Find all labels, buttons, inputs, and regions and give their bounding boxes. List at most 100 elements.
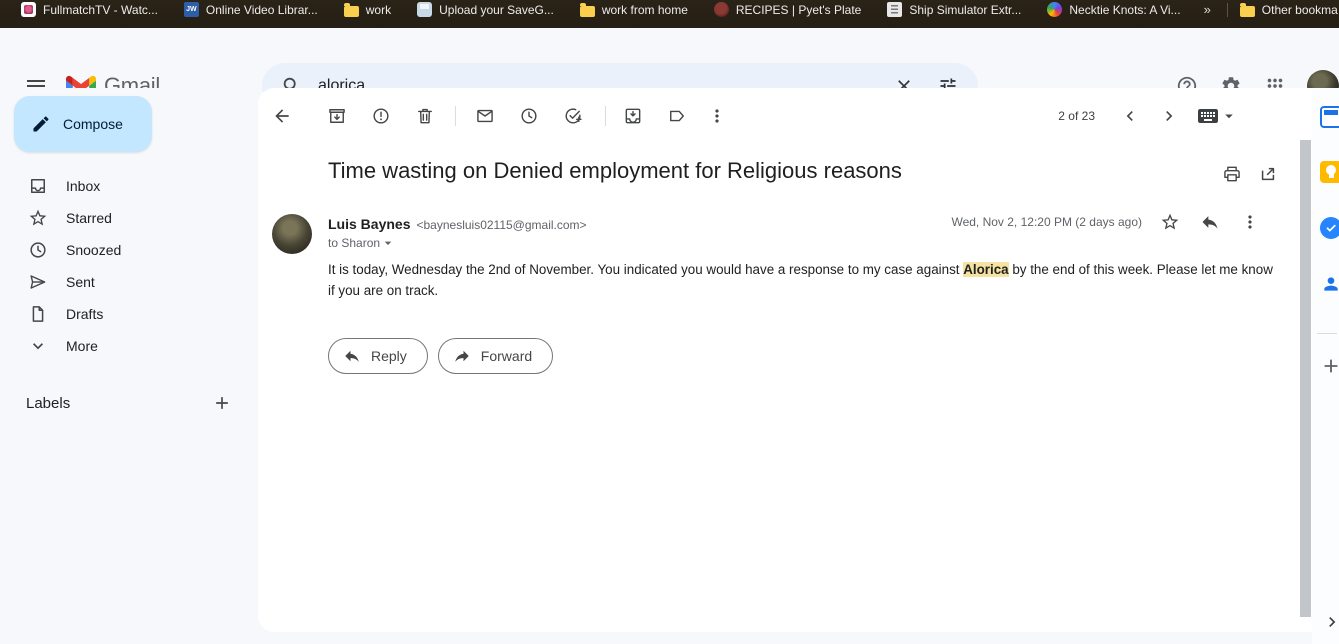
vertical-scrollbar[interactable] bbox=[1300, 140, 1311, 617]
clock-icon bbox=[28, 240, 48, 260]
clock-icon bbox=[519, 106, 539, 126]
sidebar-item-label: Snoozed bbox=[66, 242, 121, 258]
archive-button[interactable] bbox=[317, 96, 357, 136]
sidebar-item-label: Sent bbox=[66, 274, 95, 290]
save-favicon bbox=[417, 2, 432, 17]
email-meta-actions: Wed, Nov 2, 12:20 PM (2 days ago) bbox=[951, 206, 1270, 238]
reply-button[interactable]: Reply bbox=[328, 338, 428, 374]
open-in-new-icon bbox=[1258, 164, 1278, 184]
ship-favicon bbox=[887, 2, 902, 17]
plate-favicon bbox=[714, 2, 729, 17]
sidebar-item-sent[interactable]: Sent bbox=[0, 266, 258, 298]
bookmark-necktie-knots[interactable]: Necktie Knots: A Vi... bbox=[1034, 1, 1193, 18]
bookmark-recipes[interactable]: RECIPES | Pyet's Plate bbox=[701, 1, 874, 18]
trash-icon bbox=[415, 106, 435, 126]
bookmark-upload-savegame[interactable]: Upload your SaveG... bbox=[404, 1, 567, 18]
bookmarks-overflow-chevron[interactable]: » bbox=[1194, 2, 1221, 17]
get-add-ons-button[interactable] bbox=[1320, 355, 1339, 377]
back-arrow-icon bbox=[272, 106, 292, 126]
more-options-button[interactable] bbox=[697, 96, 737, 136]
mark-unread-button[interactable] bbox=[465, 96, 505, 136]
print-button[interactable] bbox=[1212, 154, 1252, 194]
bookmark-label: RECIPES | Pyet's Plate bbox=[736, 3, 861, 17]
reply-arrow-icon bbox=[1200, 212, 1220, 232]
delete-button[interactable] bbox=[405, 96, 445, 136]
newer-email-button[interactable] bbox=[1110, 96, 1150, 136]
more-vert-icon bbox=[707, 106, 727, 126]
other-bookmarks-button[interactable]: Other bookma bbox=[1234, 1, 1339, 18]
inbox-icon bbox=[28, 176, 48, 196]
email-timestamp: Wed, Nov 2, 12:20 PM (2 days ago) bbox=[951, 215, 1142, 229]
bookmark-label: FullmatchTV - Watc... bbox=[43, 3, 158, 17]
contacts-icon[interactable] bbox=[1320, 273, 1339, 295]
move-to-button[interactable] bbox=[613, 96, 653, 136]
sidebar-item-starred[interactable]: Starred bbox=[0, 202, 258, 234]
envelope-icon bbox=[475, 106, 495, 126]
chevron-right-icon bbox=[1159, 106, 1179, 126]
sidebar-item-drafts[interactable]: Drafts bbox=[0, 298, 258, 330]
labels-button[interactable] bbox=[657, 96, 697, 136]
forward-label: Forward bbox=[481, 348, 532, 364]
report-spam-button[interactable] bbox=[361, 96, 401, 136]
bookmark-label: Ship Simulator Extr... bbox=[909, 3, 1021, 17]
task-add-icon bbox=[563, 106, 583, 126]
email-subject: Time wasting on Denied employment for Re… bbox=[328, 156, 1208, 186]
email-body: It is today, Wednesday the 2nd of Novemb… bbox=[328, 260, 1280, 301]
back-button[interactable] bbox=[262, 96, 302, 136]
folder-icon bbox=[580, 6, 595, 17]
other-bookmarks-label: Other bookma bbox=[1262, 3, 1338, 17]
chevron-left-icon bbox=[1120, 106, 1140, 126]
keep-icon[interactable] bbox=[1320, 161, 1339, 183]
hide-side-panel-button[interactable] bbox=[1322, 612, 1339, 634]
more-vert-icon bbox=[1240, 212, 1260, 232]
add-to-tasks-button[interactable] bbox=[553, 96, 593, 136]
bookmark-folder-work[interactable]: work bbox=[331, 1, 404, 18]
labels-section-header: Labels bbox=[0, 383, 258, 423]
input-tools-button[interactable] bbox=[1186, 96, 1248, 136]
forward-button[interactable]: Forward bbox=[438, 338, 553, 374]
older-email-button[interactable] bbox=[1149, 96, 1189, 136]
archive-icon bbox=[327, 106, 347, 126]
labels-title: Labels bbox=[0, 395, 204, 412]
bookmark-folder-work-from-home[interactable]: work from home bbox=[567, 1, 701, 18]
toolbar-divider bbox=[455, 106, 456, 126]
bookmark-label: Online Video Librar... bbox=[206, 3, 318, 17]
sidebar-item-label: Starred bbox=[66, 210, 112, 226]
email-toolbar: 2 of 23 bbox=[258, 96, 1312, 136]
star-message-button[interactable] bbox=[1150, 202, 1190, 242]
email-view-card: 2 of 23 Time wasting on Denied e bbox=[258, 88, 1312, 632]
sidebar-item-snoozed[interactable]: Snoozed bbox=[0, 234, 258, 266]
google-side-panel bbox=[1312, 88, 1339, 644]
sidebar-item-label: Drafts bbox=[66, 306, 103, 322]
bookmark-label: work from home bbox=[602, 3, 688, 17]
message-more-button[interactable] bbox=[1230, 202, 1270, 242]
sidebar-item-inbox[interactable]: Inbox bbox=[0, 170, 258, 202]
label-icon bbox=[667, 106, 687, 126]
open-in-new-window-button[interactable] bbox=[1248, 154, 1288, 194]
dropdown-arrow-icon bbox=[1220, 107, 1238, 125]
gmail-app-window: FullmatchTV - Watc... JW Online Video Li… bbox=[0, 0, 1339, 644]
bookmark-ship-simulator[interactable]: Ship Simulator Extr... bbox=[874, 1, 1034, 18]
bookmarks-divider bbox=[1227, 3, 1228, 17]
sender-line: Luis Baynes <baynesluis02115@gmail.com> bbox=[328, 216, 587, 232]
snooze-button[interactable] bbox=[509, 96, 549, 136]
create-label-button[interactable] bbox=[204, 385, 240, 421]
recipient-toggle[interactable]: to Sharon bbox=[328, 235, 396, 251]
reply-icon-button[interactable] bbox=[1190, 202, 1230, 242]
body-text-before: It is today, Wednesday the 2nd of Novemb… bbox=[328, 262, 963, 277]
pencil-icon bbox=[31, 114, 51, 134]
compose-button[interactable]: Compose bbox=[14, 96, 152, 152]
sidebar-item-more[interactable]: More bbox=[0, 330, 258, 362]
sidebar-nav: Inbox Starred Snoozed Sent bbox=[0, 170, 258, 362]
recipient-text: to Sharon bbox=[328, 236, 380, 250]
forward-arrow-icon bbox=[453, 347, 471, 365]
calendar-icon[interactable] bbox=[1320, 106, 1339, 128]
bookmark-label: Upload your SaveG... bbox=[439, 3, 554, 17]
sender-avatar[interactable] bbox=[272, 214, 312, 254]
bookmark-online-video-library[interactable]: JW Online Video Librar... bbox=[171, 1, 331, 18]
tasks-icon[interactable] bbox=[1320, 217, 1339, 239]
plus-icon bbox=[212, 393, 232, 413]
search-highlighted-term: Alorica bbox=[963, 262, 1008, 277]
bookmark-fullmatchtv[interactable]: FullmatchTV - Watc... bbox=[8, 1, 171, 18]
send-icon bbox=[28, 272, 48, 292]
